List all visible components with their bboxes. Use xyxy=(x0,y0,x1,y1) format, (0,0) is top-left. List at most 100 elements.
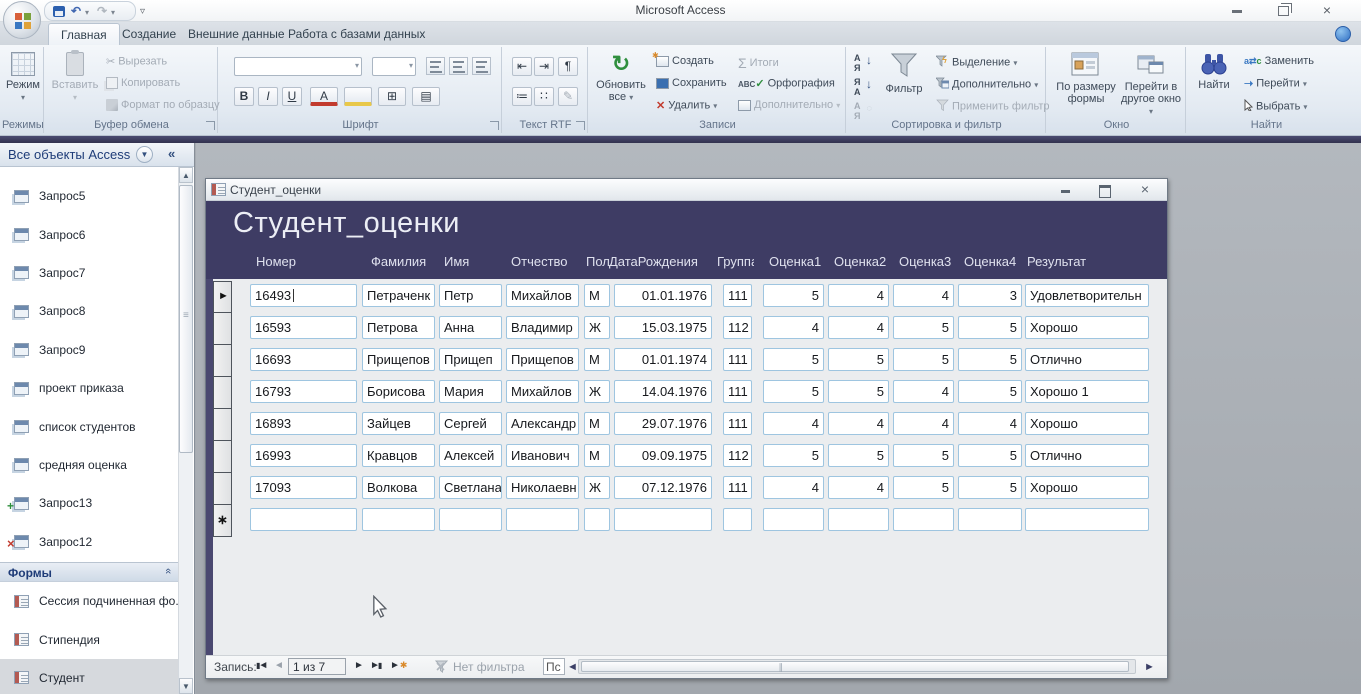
field-patronymic[interactable]: Владимир xyxy=(506,316,579,339)
sidebar-item-query[interactable]: проект приказа xyxy=(0,369,179,407)
selection-filter-button[interactable]: ϟВыделение ▾ xyxy=(936,55,1017,70)
select-button[interactable]: Выбрать ▾ xyxy=(1244,99,1307,114)
field-result[interactable]: Хорошо 1 xyxy=(1025,380,1149,403)
scroll-up-icon[interactable]: ▲ xyxy=(179,167,193,183)
field-grade4[interactable]: 5 xyxy=(958,316,1022,339)
field-birthdate[interactable]: 09.09.1975 xyxy=(614,444,712,467)
form-minimize-button[interactable] xyxy=(1051,183,1079,198)
field-group[interactable]: 111 xyxy=(723,348,752,371)
field-result[interactable]: Отлично xyxy=(1025,444,1149,467)
field-gender[interactable]: М xyxy=(584,444,610,467)
view-button[interactable]: Режим▾ xyxy=(5,50,41,103)
find-button[interactable]: Найти xyxy=(1192,50,1236,91)
field-group[interactable] xyxy=(723,508,752,531)
field-grade3[interactable] xyxy=(893,508,954,531)
field-result[interactable]: Хорошо xyxy=(1025,412,1149,435)
field-number[interactable]: 16793 xyxy=(250,380,357,403)
font-dialog-launcher-icon[interactable] xyxy=(490,121,499,130)
field-patronymic[interactable]: Михайлов xyxy=(506,284,579,307)
field-grade3[interactable]: 5 xyxy=(893,476,954,499)
sidebar-item-form[interactable]: Сессия подчиненная фо... xyxy=(0,582,179,620)
field-firstname[interactable] xyxy=(439,508,502,531)
field-grade3[interactable]: 5 xyxy=(893,316,954,339)
field-grade4[interactable]: 5 xyxy=(958,348,1022,371)
navigation-dropdown-icon[interactable]: ▼ xyxy=(136,146,153,163)
sidebar-item-query[interactable]: средняя оценка xyxy=(0,446,179,484)
goto-button[interactable]: ➝Перейти ▾ xyxy=(1244,77,1307,90)
next-record-icon[interactable]: ► xyxy=(354,660,364,671)
font-color-button[interactable]: A xyxy=(310,87,338,106)
field-grade1[interactable]: 5 xyxy=(763,444,824,467)
align-right-button[interactable] xyxy=(472,57,491,75)
form-close-button[interactable]: × xyxy=(1131,183,1159,198)
field-birthdate[interactable]: 07.12.1976 xyxy=(614,476,712,499)
field-lastname[interactable]: Петраченк xyxy=(362,284,435,307)
underline-button[interactable]: U xyxy=(282,87,302,106)
field-grade2[interactable] xyxy=(828,508,889,531)
field-patronymic[interactable]: Николаевн xyxy=(506,476,579,499)
field-grade2[interactable]: 4 xyxy=(828,284,889,307)
minimize-button[interactable] xyxy=(1222,3,1252,19)
new-record-nav-icon[interactable]: ►✱ xyxy=(390,660,407,671)
field-birthdate[interactable] xyxy=(614,508,712,531)
office-button[interactable] xyxy=(3,1,41,39)
field-gender[interactable] xyxy=(584,508,610,531)
field-firstname[interactable]: Мария xyxy=(439,380,502,403)
field-group[interactable]: 111 xyxy=(723,380,752,403)
sidebar-item-query[interactable]: Запрос7 xyxy=(0,254,179,292)
field-number[interactable]: 16693 xyxy=(250,348,357,371)
field-firstname[interactable]: Светлана xyxy=(439,476,502,499)
field-patronymic[interactable]: Александр xyxy=(506,412,579,435)
help-icon[interactable] xyxy=(1335,26,1351,42)
field-grade3[interactable]: 4 xyxy=(893,284,954,307)
sidebar-item-form-selected[interactable]: Студент xyxy=(0,659,179,694)
field-grade3[interactable]: 4 xyxy=(893,412,954,435)
field-result[interactable]: Удовлетворительн xyxy=(1025,284,1149,307)
field-result[interactable] xyxy=(1025,508,1149,531)
navigation-pane-header[interactable]: Все объекты Access ▼ « xyxy=(0,143,194,167)
field-birthdate[interactable]: 01.01.1974 xyxy=(614,348,712,371)
spelling-button[interactable]: ABC✓Орфография xyxy=(738,77,835,90)
last-record-icon[interactable]: ► xyxy=(370,660,382,671)
first-record-icon[interactable]: ◄ xyxy=(256,660,268,671)
field-firstname[interactable]: Петр xyxy=(439,284,502,307)
field-grade4[interactable] xyxy=(958,508,1022,531)
sidebar-item-query[interactable]: Запрос9 xyxy=(0,331,179,369)
field-grade3[interactable]: 5 xyxy=(893,444,954,467)
sidebar-item-form[interactable]: Стипендия xyxy=(0,620,179,658)
tab-home[interactable]: Главная xyxy=(48,23,120,45)
field-number[interactable]: 16993 xyxy=(250,444,357,467)
tab-database-tools[interactable]: Работа с базами данных xyxy=(276,23,437,45)
field-result[interactable]: Хорошо xyxy=(1025,476,1149,499)
field-firstname[interactable]: Алексей xyxy=(439,444,502,467)
field-firstname[interactable]: Прищеп xyxy=(439,348,502,371)
replace-button[interactable]: a⇄cЗаменить xyxy=(1244,55,1314,67)
refresh-all-button[interactable]: ↻ Обновить все ▾ xyxy=(594,50,648,103)
switch-windows-button[interactable]: Перейти в другое окно ▾ xyxy=(1120,50,1182,117)
field-patronymic[interactable]: Прищепов xyxy=(506,348,579,371)
sidebar-item-delete-query[interactable]: Запрос12 xyxy=(0,523,179,561)
horizontal-scrollbar[interactable] xyxy=(578,659,1136,674)
form-maximize-button[interactable] xyxy=(1091,183,1119,198)
sidebar-scrollbar[interactable]: ▲ ▼ xyxy=(178,167,193,694)
field-number[interactable]: 16493 xyxy=(250,284,357,307)
field-lastname[interactable] xyxy=(362,508,435,531)
field-lastname[interactable]: Волкова xyxy=(362,476,435,499)
field-grade1[interactable]: 4 xyxy=(763,412,824,435)
field-birthdate[interactable]: 01.01.1976 xyxy=(614,284,712,307)
field-group[interactable]: 112 xyxy=(723,316,752,339)
field-birthdate[interactable]: 15.03.1975 xyxy=(614,316,712,339)
field-lastname[interactable]: Зайцев xyxy=(362,412,435,435)
restore-button[interactable] xyxy=(1268,3,1298,19)
field-result[interactable]: Хорошо xyxy=(1025,316,1149,339)
record-position-box[interactable]: 1 из 7 xyxy=(288,658,346,675)
field-lastname[interactable]: Кравцов xyxy=(362,444,435,467)
filter-button[interactable]: Фильтр xyxy=(880,50,928,95)
field-group[interactable]: 111 xyxy=(723,412,752,435)
field-grade2[interactable]: 4 xyxy=(828,316,889,339)
field-number[interactable]: 17093 xyxy=(250,476,357,499)
scroll-right-icon[interactable]: ► xyxy=(1144,661,1155,673)
scrollbar-thumb[interactable] xyxy=(179,185,193,453)
field-grade4[interactable]: 4 xyxy=(958,412,1022,435)
field-lastname[interactable]: Прищепов xyxy=(362,348,435,371)
